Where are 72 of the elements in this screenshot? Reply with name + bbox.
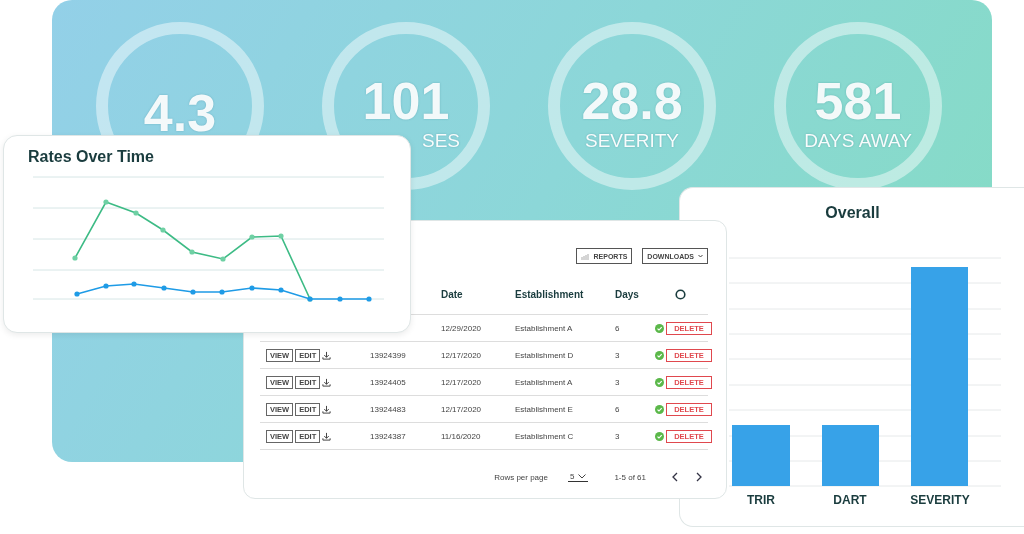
previous-page-button[interactable] <box>672 472 678 482</box>
column-header: Establishment <box>515 288 585 300</box>
data-point <box>160 227 166 233</box>
card-title: Overall <box>824 204 881 222</box>
data-point <box>103 283 109 289</box>
table-cell-text: 12/17/2020 <box>441 404 483 414</box>
stat-value: 101 <box>362 73 450 129</box>
axis-label: DART <box>833 493 867 507</box>
stat-label: SES <box>421 129 460 153</box>
data-point <box>161 285 167 291</box>
check-icon <box>655 350 664 360</box>
check-icon <box>655 323 664 333</box>
table-cell-text: Establishment A <box>515 377 574 387</box>
data-point <box>278 233 284 239</box>
table-cell-text: 12/17/2020 <box>441 350 483 360</box>
axis-label: TRIR <box>747 493 775 507</box>
data-point <box>190 289 196 295</box>
table-cell-text: 3 <box>615 431 621 441</box>
stat-value: 581 <box>814 73 902 129</box>
data-point <box>219 289 225 295</box>
check-icon <box>655 431 664 441</box>
card-title: Rates Over Time <box>28 148 155 166</box>
rows-per-page-select[interactable]: 5 <box>567 472 589 482</box>
table-cell-text: 11/16/2020 <box>441 431 482 441</box>
data-point <box>133 210 139 216</box>
column-header: Days <box>615 288 640 300</box>
table-cell-text: Establishment E <box>515 404 574 414</box>
rows-per-page-label: Rows per page <box>494 472 548 482</box>
refresh-icon[interactable] <box>675 288 686 300</box>
data-point <box>278 287 284 293</box>
axis-label: SEVERITY <box>910 493 970 507</box>
column-header: Date <box>441 288 464 300</box>
download-icon[interactable] <box>322 350 332 360</box>
stat-value: 28.8 <box>581 73 683 129</box>
data-point <box>220 256 226 262</box>
data-point <box>131 281 137 287</box>
download-icon[interactable] <box>322 404 332 414</box>
stat-value: 4.3 <box>143 85 217 141</box>
table-cell-text: 3 <box>615 377 621 387</box>
bar <box>822 425 879 486</box>
table-cell-text: Establishment A <box>515 323 574 333</box>
bar <box>732 425 790 486</box>
data-point <box>249 234 255 240</box>
data-point <box>72 255 78 261</box>
table-cell-text: 12/29/2020 <box>441 323 483 333</box>
data-point <box>103 199 109 205</box>
chevron-down-icon <box>698 254 703 258</box>
data-point <box>189 249 195 255</box>
table-cell-text: 13924387 <box>370 431 407 441</box>
data-point <box>249 285 255 291</box>
table-cell-text: Establishment C <box>515 431 575 441</box>
stat-label: SEVERITY <box>585 129 679 153</box>
check-icon <box>655 377 664 387</box>
data-point <box>337 296 343 302</box>
check-icon <box>655 404 664 414</box>
table-cell-text: 12/17/2020 <box>441 377 483 387</box>
download-icon[interactable] <box>322 377 332 387</box>
table-cell-text: 13924405 <box>370 377 407 387</box>
download-icon[interactable] <box>322 431 332 441</box>
table-cell-text: 6 <box>615 404 621 414</box>
table-cell-text: Establishment D <box>515 350 575 360</box>
table-cell-text: 13924399 <box>370 350 407 360</box>
chevron-down-icon <box>578 474 587 479</box>
stat-label: DAYS AWAY <box>804 129 912 153</box>
table-cell-text: 13924483 <box>370 404 407 414</box>
next-page-button[interactable] <box>696 472 702 482</box>
page-range: 1-5 of 61 <box>614 472 646 482</box>
table-cell-text: 6 <box>615 323 621 333</box>
table-cell-text: 3 <box>615 350 621 360</box>
data-point <box>74 291 80 297</box>
data-point <box>366 296 372 302</box>
chart-icon <box>581 252 590 260</box>
